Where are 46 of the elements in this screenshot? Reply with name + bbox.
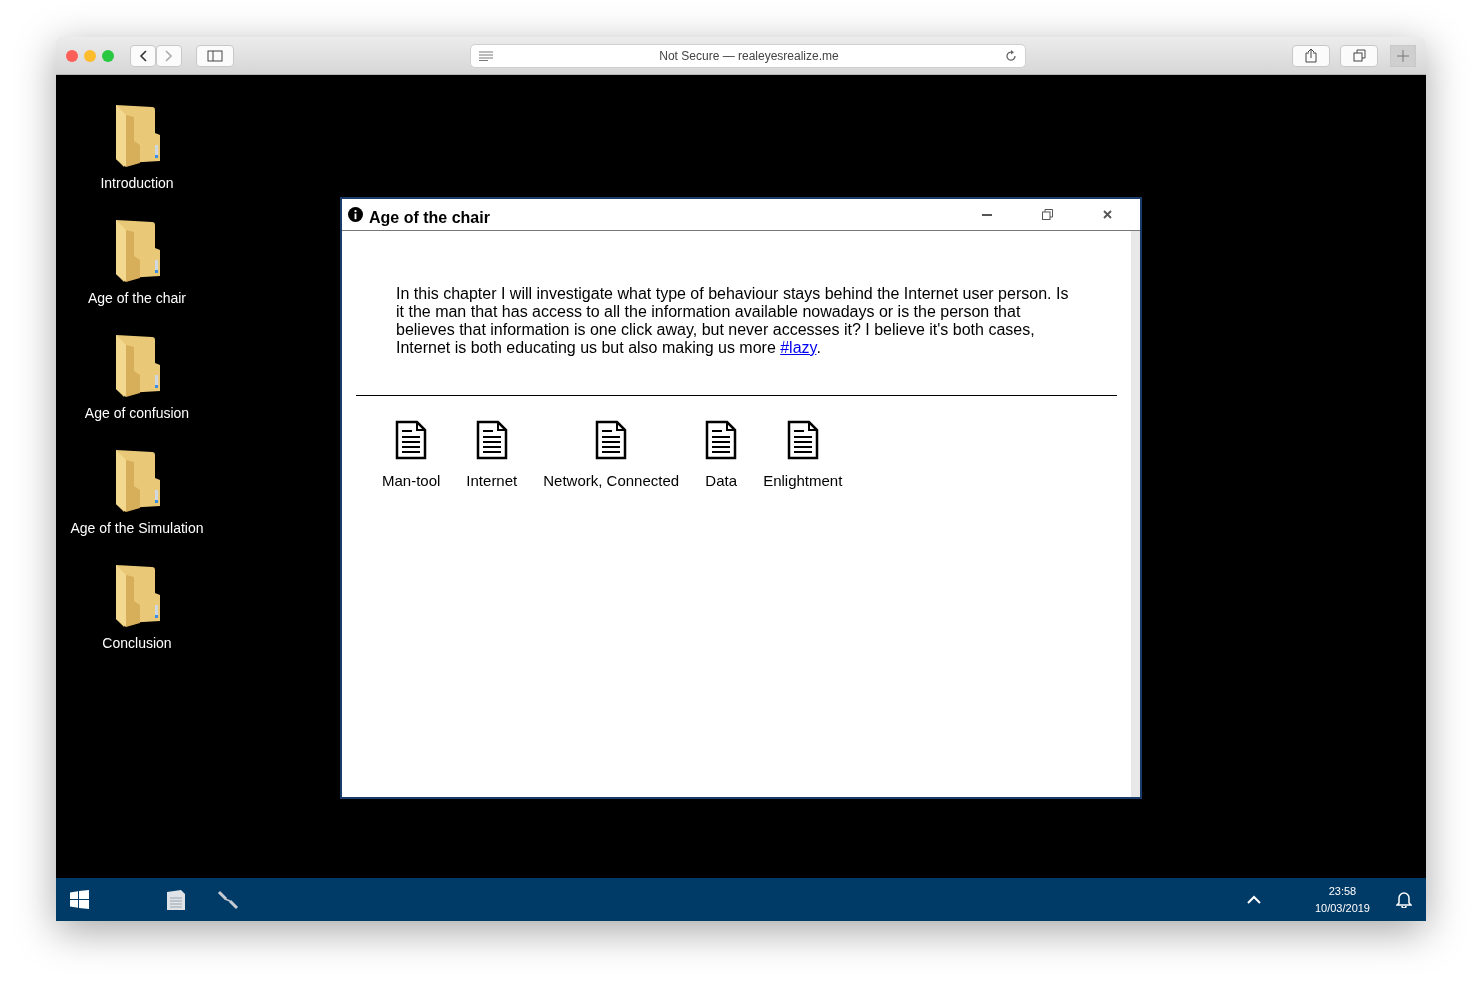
document-icon [705,420,738,460]
chevron-up-icon[interactable] [1246,895,1261,904]
folder-label[interactable]: Introduction [100,175,174,191]
folder-label[interactable]: Age of the Simulation [70,520,204,536]
sidebar-button[interactable] [196,44,234,67]
folder-label[interactable]: Age of the chair [87,290,187,306]
document-icon [595,420,628,460]
document-icon [395,420,428,460]
tabs-button[interactable] [1340,44,1378,67]
file-label[interactable]: Enlightment [763,472,843,489]
plus-icon [1397,49,1409,62]
folder-label[interactable]: Age of confusion [84,405,190,421]
file-label[interactable]: Man-tool [382,472,441,489]
restore-icon [1041,209,1053,220]
file-label[interactable]: Internet [466,472,518,489]
address-bar[interactable]: Not Secure — realeyesrealize.me [470,43,1026,68]
sidebar-icon [207,49,223,62]
share-button[interactable] [1292,44,1330,67]
minimize-window-icon[interactable] [84,49,96,62]
file-label[interactable]: Data [705,472,737,489]
reader-icon [479,50,493,61]
tabs-icon [1352,49,1366,62]
chapter-paragraph: In this chapter I will investigate what type of behaviour stays behind the Internet user person. Is it the man that has access to all the information available nowadays or is the person that believes that information is one click away, but never accesses it? I believe it's both cases, Internet is both educating us but also making us more #lazy. [396,285,1069,357]
hashtag-link[interactable]: #lazy [780,339,817,356]
reload-icon[interactable] [1005,49,1017,62]
new-tab-button[interactable] [1390,44,1416,67]
back-button[interactable] [130,44,156,67]
share-icon [1305,48,1317,63]
folder-label[interactable]: Conclusion [102,635,172,651]
clock-date[interactable]: 10/03/2019 [1314,902,1370,914]
document-icon[interactable] [167,889,185,910]
close-icon [1102,210,1112,219]
close-window-icon[interactable] [66,49,78,62]
windows-start-icon[interactable] [70,890,89,909]
chevron-left-icon [139,49,147,62]
zoom-window-icon[interactable] [102,49,114,62]
clock-time[interactable]: 23:58 [1328,885,1357,897]
minimize-icon [982,213,992,216]
info-icon [348,207,363,222]
file-label[interactable]: Network, Connected [543,472,680,489]
document-icon [475,420,508,460]
bell-icon[interactable] [1396,891,1412,908]
document-icon [786,420,819,460]
dialog-title: Age of the chair [369,207,491,227]
chevron-right-icon [165,49,173,62]
forward-button[interactable] [156,44,182,67]
